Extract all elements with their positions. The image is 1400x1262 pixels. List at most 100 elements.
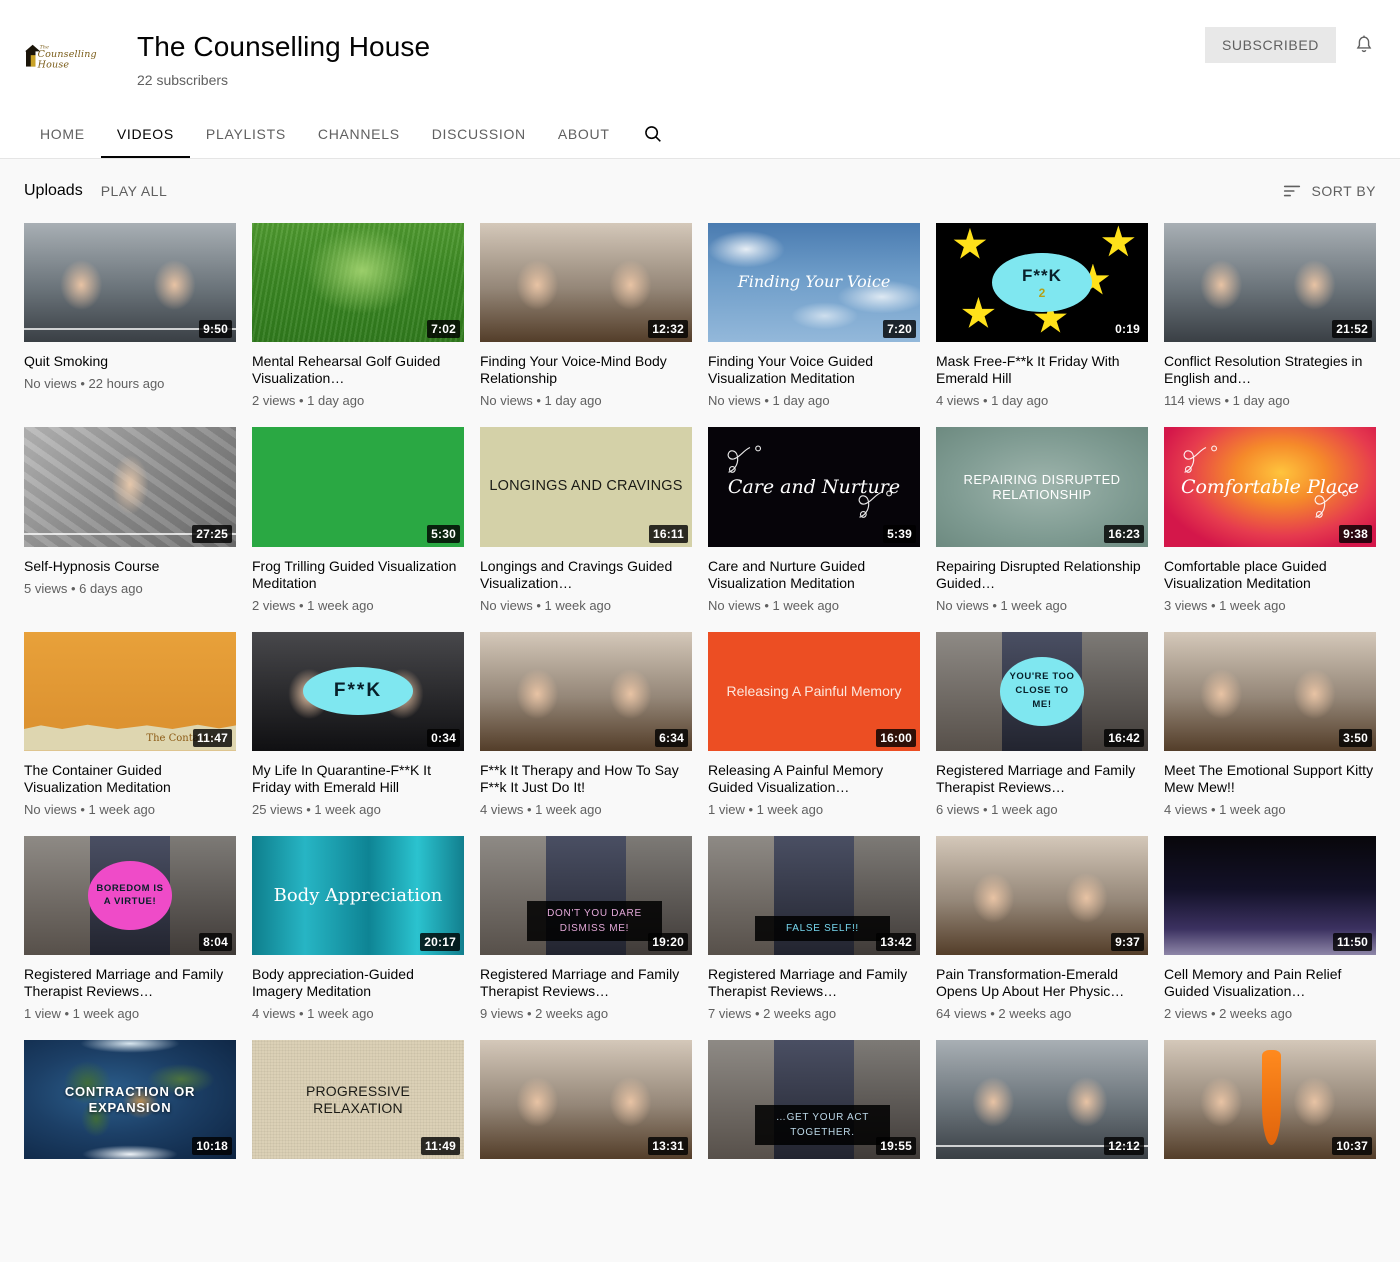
- video-card[interactable]: LONGINGS AND CRAVINGS 16:11 Longings and C…: [480, 427, 692, 631]
- video-card[interactable]: 9:37 Pain Transformation-Emerald Opens Up…: [936, 835, 1148, 1040]
- video-card[interactable]: Finding Your Voice 7:20 Finding Your Voice…: [708, 223, 920, 427]
- video-title[interactable]: Body appreciation-Guided Imagery Meditat…: [252, 966, 464, 1000]
- video-card[interactable]: YOU'RE TOO CLOSE TO ME! 16:42 Registered M…: [936, 631, 1148, 836]
- video-title[interactable]: Care and Nurture Guided Visualization Me…: [708, 558, 920, 592]
- video-card[interactable]: 11:50 Cell Memory and Pain Relief Guided …: [1164, 835, 1376, 1040]
- video-title[interactable]: Registered Marriage and Family Therapist…: [936, 762, 1148, 796]
- video-card[interactable]: PROGRESSIVE RELAXATION 11:49: [252, 1040, 464, 1160]
- thumb-overlay-text: DON'T YOU DARE DISMISS ME!: [526, 900, 663, 941]
- video-duration: 8:04: [199, 933, 232, 951]
- video-thumbnail[interactable]: LONGINGS AND CRAVINGS 16:11: [480, 427, 692, 547]
- video-title[interactable]: Repairing Disrupted Relationship Guided…: [936, 558, 1148, 592]
- video-card[interactable]: 7:02 Mental Rehearsal Golf Guided Visuali…: [252, 223, 464, 427]
- video-title[interactable]: Cell Memory and Pain Relief Guided Visua…: [1164, 966, 1376, 1000]
- video-card[interactable]: F**K 0:34 My Life In Quarantine-F**K It Fr…: [252, 631, 464, 836]
- video-thumbnail[interactable]: 10:37: [1164, 1040, 1376, 1160]
- video-card[interactable]: …GET YOUR ACT TOGETHER. 19:55: [708, 1040, 920, 1160]
- tab-channels[interactable]: CHANNELS: [302, 110, 416, 158]
- video-thumbnail[interactable]: CONTRACTION OR EXPANSION 10:18: [24, 1040, 236, 1160]
- channel-search-button[interactable]: [626, 110, 680, 158]
- video-title[interactable]: Comfortable place Guided Visualization M…: [1164, 558, 1376, 592]
- video-thumbnail[interactable]: BOREDOM IS A VIRTUE! 8:04: [24, 835, 236, 955]
- video-thumbnail[interactable]: YOU'RE TOO CLOSE TO ME! 16:42: [936, 631, 1148, 751]
- video-title[interactable]: My Life In Quarantine-F**K It Friday wit…: [252, 762, 464, 796]
- video-card[interactable]: FALSE SELF!! 13:42 Registered Marriage and…: [708, 835, 920, 1040]
- video-title[interactable]: Registered Marriage and Family Therapist…: [480, 966, 692, 1000]
- video-card[interactable]: 13:31: [480, 1040, 692, 1160]
- video-title[interactable]: Registered Marriage and Family Therapist…: [24, 966, 236, 1000]
- video-card[interactable]: 21:52 Conflict Resolution Strategies in E…: [1164, 223, 1376, 427]
- video-thumbnail[interactable]: 7:02: [252, 223, 464, 343]
- video-thumbnail[interactable]: 6:34: [480, 631, 692, 751]
- video-thumbnail[interactable]: Releasing A Painful Memory 16:00: [708, 631, 920, 751]
- video-thumbnail[interactable]: 12:12: [936, 1040, 1148, 1160]
- video-title[interactable]: Meet The Emotional Support Kitty Mew Mew…: [1164, 762, 1376, 796]
- video-title[interactable]: Self-Hypnosis Course: [24, 558, 236, 575]
- video-card[interactable]: 9:50 Quit Smoking No views • 22 hours ago: [24, 223, 236, 427]
- video-thumbnail[interactable]: 3:50: [1164, 631, 1376, 751]
- video-title[interactable]: Releasing A Painful Memory Guided Visual…: [708, 762, 920, 796]
- video-card[interactable]: F**K 2 0:19 Mask Free-F**k It Friday With E…: [936, 223, 1148, 427]
- video-card[interactable]: REPAIRING DISRUPTED RELATIONSHIP 16:23 Rep…: [936, 427, 1148, 631]
- video-card[interactable]: 10:37: [1164, 1040, 1376, 1160]
- video-thumbnail[interactable]: F**K 0:34: [252, 631, 464, 751]
- video-card[interactable]: 5:30 Frog Trilling Guided Visualization M…: [252, 427, 464, 631]
- video-card[interactable]: 12:32 Finding Your Voice-Mind Body Relati…: [480, 223, 692, 427]
- video-title[interactable]: Finding Your Voice-Mind Body Relationshi…: [480, 353, 692, 387]
- video-card[interactable]: Body Appreciation 20:17 Body appreciation-…: [252, 835, 464, 1040]
- video-meta: 4 views • 1 week ago: [252, 1006, 374, 1021]
- sort-by-button[interactable]: SORT BY: [1281, 180, 1376, 202]
- video-thumbnail[interactable]: F**K 2 0:19: [936, 223, 1148, 343]
- video-thumbnail[interactable]: Body Appreciation 20:17: [252, 835, 464, 955]
- video-thumbnail[interactable]: The Container 11:47: [24, 631, 236, 751]
- video-thumbnail[interactable]: Finding Your Voice 7:20: [708, 223, 920, 343]
- video-title[interactable]: Mental Rehearsal Golf Guided Visualizati…: [252, 353, 464, 387]
- video-thumbnail[interactable]: Care and Nurture 5:39: [708, 427, 920, 547]
- video-title[interactable]: Frog Trilling Guided Visualization Medit…: [252, 558, 464, 592]
- video-thumbnail[interactable]: 9:37: [936, 835, 1148, 955]
- video-thumbnail[interactable]: REPAIRING DISRUPTED RELATIONSHIP 16:23: [936, 427, 1148, 547]
- video-title[interactable]: Conflict Resolution Strategies in Englis…: [1164, 353, 1376, 387]
- video-card[interactable]: Releasing A Painful Memory 16:00 Releasing…: [708, 631, 920, 836]
- video-title[interactable]: F**k It Therapy and How To Say F**k It J…: [480, 762, 692, 796]
- subscribed-button[interactable]: SUBSCRIBED: [1204, 27, 1336, 63]
- video-thumbnail[interactable]: Comfortable Place 9:38: [1164, 427, 1376, 547]
- video-card[interactable]: 3:50 Meet The Emotional Support Kitty Mew…: [1164, 631, 1376, 836]
- tab-home[interactable]: HOME: [24, 110, 101, 158]
- video-thumbnail[interactable]: 21:52: [1164, 223, 1376, 343]
- video-duration: 10:37: [1332, 1137, 1372, 1156]
- video-card[interactable]: BOREDOM IS A VIRTUE! 8:04 Registered Marri…: [24, 835, 236, 1040]
- video-title[interactable]: Quit Smoking: [24, 353, 236, 370]
- video-thumbnail[interactable]: 9:50: [24, 223, 236, 343]
- avatar[interactable]: The Counselling House: [24, 18, 104, 98]
- video-thumbnail[interactable]: 11:50: [1164, 835, 1376, 955]
- video-card[interactable]: The Container 11:47 The Container Guided V…: [24, 631, 236, 836]
- video-card[interactable]: 6:34 F**k It Therapy and How To Say F**k …: [480, 631, 692, 836]
- video-card[interactable]: 12:12: [936, 1040, 1148, 1160]
- video-title[interactable]: Finding Your Voice Guided Visualization …: [708, 353, 920, 387]
- video-card[interactable]: 27:25 Self-Hypnosis Course 5 views • 6 day…: [24, 427, 236, 631]
- video-title[interactable]: Registered Marriage and Family Therapist…: [708, 966, 920, 1000]
- video-card[interactable]: Care and Nurture 5:39 Care and Nurture Gui…: [708, 427, 920, 631]
- video-thumbnail[interactable]: FALSE SELF!! 13:42: [708, 835, 920, 955]
- video-thumbnail[interactable]: 12:32: [480, 223, 692, 343]
- video-title[interactable]: The Container Guided Visualization Medit…: [24, 762, 236, 796]
- tab-about[interactable]: ABOUT: [542, 110, 626, 158]
- video-thumbnail[interactable]: 27:25: [24, 427, 236, 547]
- video-title[interactable]: Mask Free-F**k It Friday With Emerald Hi…: [936, 353, 1148, 387]
- video-thumbnail[interactable]: …GET YOUR ACT TOGETHER. 19:55: [708, 1040, 920, 1160]
- video-card[interactable]: DON'T YOU DARE DISMISS ME! 19:20 Registere…: [480, 835, 692, 1040]
- video-thumbnail[interactable]: 5:30: [252, 427, 464, 547]
- tab-discussion[interactable]: DISCUSSION: [416, 110, 542, 158]
- tab-playlists[interactable]: PLAYLISTS: [190, 110, 302, 158]
- video-title[interactable]: Longings and Cravings Guided Visualizati…: [480, 558, 692, 592]
- video-card[interactable]: CONTRACTION OR EXPANSION 10:18: [24, 1040, 236, 1160]
- video-card[interactable]: Comfortable Place 9:38 Comfortable place G…: [1164, 427, 1376, 631]
- video-thumbnail[interactable]: 13:31: [480, 1040, 692, 1160]
- play-all-button[interactable]: PLAY ALL: [101, 183, 168, 199]
- video-thumbnail[interactable]: PROGRESSIVE RELAXATION 11:49: [252, 1040, 464, 1160]
- video-thumbnail[interactable]: DON'T YOU DARE DISMISS ME! 19:20: [480, 835, 692, 955]
- notification-bell-icon[interactable]: [1352, 33, 1376, 57]
- video-title[interactable]: Pain Transformation-Emerald Opens Up Abo…: [936, 966, 1148, 1000]
- tab-videos[interactable]: VIDEOS: [100, 110, 191, 158]
